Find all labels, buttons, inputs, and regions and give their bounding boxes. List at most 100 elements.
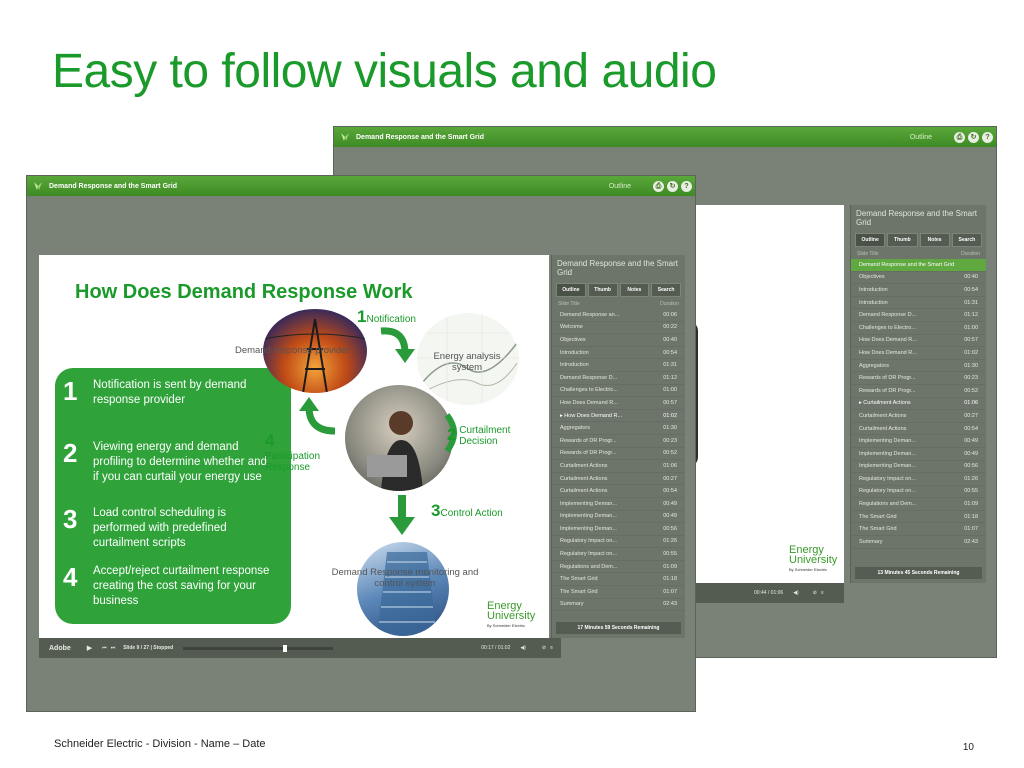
outline-row[interactable]: Introduction 00:54 bbox=[552, 347, 685, 360]
step-number: 1 bbox=[63, 376, 78, 406]
outline-row[interactable]: Implementing Deman... 00:56 bbox=[552, 523, 685, 536]
outline-row[interactable]: Curtailment Actions 00:54 bbox=[552, 485, 685, 498]
slide-status: Slide 9 / 27 | Stopped bbox=[123, 645, 174, 651]
outline-row[interactable]: Curtailment Actions 00:54 bbox=[851, 423, 986, 436]
row-duration: 01:02 bbox=[964, 349, 978, 356]
outline-row[interactable]: Implementing Deman... 00:49 bbox=[851, 448, 986, 461]
page-number: 10 bbox=[962, 742, 974, 753]
menu-icon[interactable]: ≡ bbox=[821, 590, 824, 596]
outline-link[interactable]: Outline bbox=[609, 183, 631, 190]
outline-row[interactable]: Implementing Deman... 00:49 bbox=[552, 498, 685, 511]
play-button[interactable]: ▶ bbox=[87, 644, 92, 652]
tab-search[interactable]: Search bbox=[651, 283, 681, 297]
outline-row[interactable]: Aggregators 01:30 bbox=[851, 360, 986, 373]
outline-row[interactable]: The Smart Grid 01:18 bbox=[851, 511, 986, 524]
outline-row[interactable]: Regulatory Impact on... 01:26 bbox=[552, 536, 685, 549]
outline-row[interactable]: Objectives 00:40 bbox=[552, 334, 685, 347]
outline-row[interactable]: Regulatory Impact on... 00:55 bbox=[552, 548, 685, 561]
outline-row[interactable]: How Does Demand R... 00:57 bbox=[851, 335, 986, 348]
row-duration: 00:55 bbox=[663, 551, 677, 558]
outline-row[interactable]: Demand Response an... 00:06 bbox=[552, 309, 685, 322]
outline-row[interactable]: The Smart Grid 01:18 bbox=[552, 573, 685, 587]
step-2: 2 Viewing energy and demand profiling to … bbox=[63, 440, 273, 485]
refresh-icon[interactable]: ↻ bbox=[667, 180, 678, 192]
tab-outline[interactable]: Outline bbox=[556, 283, 586, 297]
outline-row[interactable]: Aggregators 01:30 bbox=[552, 422, 685, 435]
row-duration: 00:54 bbox=[964, 425, 978, 432]
help-icon[interactable]: ? bbox=[982, 131, 993, 143]
outline-row[interactable]: Summary 02:43 bbox=[552, 599, 685, 612]
outline-row[interactable]: Regulatory Impact on... 00:55 bbox=[851, 486, 986, 499]
footer-text: Schneider Electric - Division - Name – D… bbox=[54, 738, 266, 750]
outline-row[interactable]: Rewards of DR Progr... 00:52 bbox=[851, 385, 986, 398]
refresh-icon[interactable]: ↻ bbox=[968, 131, 979, 143]
tab-notes[interactable]: Notes bbox=[619, 283, 650, 297]
row-duration: 00:23 bbox=[964, 375, 978, 382]
outline-row[interactable]: ▸ How Does Demand R... 01:02 bbox=[552, 410, 685, 423]
outline-row[interactable]: Implementing Deman... 00:49 bbox=[552, 511, 685, 524]
leaf-logo-icon bbox=[34, 182, 42, 190]
outline-row[interactable]: Regulatory Impact on... 01:26 bbox=[851, 473, 986, 486]
row-duration: 01:31 bbox=[663, 362, 677, 369]
player-title: Demand Response and the Smart Grid bbox=[49, 182, 177, 190]
row-duration: 01:09 bbox=[964, 501, 978, 508]
volume-icon[interactable]: ◀) bbox=[793, 590, 799, 596]
row-title: Aggregators bbox=[560, 425, 590, 432]
outline-row[interactable]: Introduction 01:31 bbox=[552, 359, 685, 372]
outline-row[interactable]: Implementing Deman... 00:56 bbox=[851, 461, 986, 474]
outline-row[interactable]: The Smart Grid 01:07 bbox=[552, 586, 685, 599]
outline-row[interactable]: Regulations and Dem... 01:09 bbox=[552, 561, 685, 574]
outline-row[interactable]: Rewards of DR Progr... 00:23 bbox=[552, 435, 685, 448]
outline-row[interactable]: Challenges to Electro... 01:00 bbox=[851, 322, 986, 335]
print-icon[interactable]: ⎙ bbox=[653, 180, 664, 192]
row-duration: 00:52 bbox=[663, 450, 677, 457]
outline-link[interactable]: Outline bbox=[910, 134, 932, 141]
outline-row[interactable]: Demand Response D... 01:12 bbox=[552, 372, 685, 385]
tab-search[interactable]: Search bbox=[951, 233, 982, 247]
outline-row[interactable]: Implementing Deman... 00:49 bbox=[851, 435, 986, 448]
forward-button[interactable]: ⏭ bbox=[111, 645, 116, 651]
attach-icon[interactable]: ⊘ bbox=[542, 645, 546, 651]
row-title: Introduction bbox=[560, 349, 589, 356]
row-title: Challenges to Electric... bbox=[560, 387, 618, 394]
back-player-titlebar: Demand Response and the Smart Grid Outli… bbox=[334, 127, 996, 147]
tab-thumb[interactable]: Thumb bbox=[587, 283, 618, 297]
outline-row[interactable]: Curtailment Actions 01:06 bbox=[552, 460, 685, 473]
row-title: Summary bbox=[859, 538, 883, 545]
row-title: Curtailment Actions bbox=[560, 462, 608, 469]
outline-row[interactable]: Curtailment Actions 00:27 bbox=[851, 410, 986, 423]
outline-row[interactable]: Challenges to Electric... 01:00 bbox=[552, 385, 685, 398]
progress-slider[interactable] bbox=[183, 644, 334, 652]
outline-row[interactable]: How Does Demand R... 01:02 bbox=[851, 347, 986, 360]
tab-outline[interactable]: Outline bbox=[855, 233, 886, 247]
outline-row[interactable]: The Smart Grid 01:07 bbox=[851, 523, 986, 537]
tab-thumb[interactable]: Thumb bbox=[887, 233, 918, 247]
row-title: Regulatory Impact on... bbox=[859, 488, 916, 495]
outline-row[interactable]: Introduction 00:54 bbox=[851, 284, 986, 297]
outline-row[interactable]: Demand Response D... 01:12 bbox=[851, 309, 986, 322]
outline-row[interactable]: Curtailment Actions 00:27 bbox=[552, 473, 685, 486]
outline-row[interactable]: Rewards of DR Progr... 00:52 bbox=[552, 448, 685, 461]
row-title: Implementing Deman... bbox=[859, 450, 916, 457]
outline-row[interactable]: Introduction 01:31 bbox=[851, 297, 986, 310]
outline-row[interactable]: Demand Response and the Smart Grid bbox=[851, 259, 986, 272]
outline-row[interactable]: ▸ Curtailment Actions 01:06 bbox=[851, 398, 986, 411]
tab-notes[interactable]: Notes bbox=[919, 233, 950, 247]
row-duration: 01:06 bbox=[964, 400, 978, 407]
help-icon[interactable]: ? bbox=[681, 180, 692, 192]
outline-row[interactable]: Objectives 00:40 bbox=[851, 272, 986, 285]
outline-row[interactable]: How Does Demand R... 00:57 bbox=[552, 397, 685, 410]
attach-icon[interactable]: ⊘ bbox=[813, 590, 817, 596]
volume-icon[interactable]: ◀) bbox=[520, 645, 526, 651]
outline-row[interactable]: Regulations and Dem... 01:09 bbox=[851, 498, 986, 511]
outline-row[interactable]: Welcome 00:22 bbox=[552, 322, 685, 335]
step-number: 2 bbox=[63, 438, 78, 468]
row-title: Implementing Deman... bbox=[859, 463, 916, 470]
print-icon[interactable]: ⎙ bbox=[954, 131, 965, 143]
menu-icon[interactable]: ≡ bbox=[550, 645, 553, 651]
row-duration: 00:56 bbox=[964, 463, 978, 470]
row-title: Rewards of DR Progr... bbox=[560, 450, 617, 457]
outline-row[interactable]: Summary 02:43 bbox=[851, 536, 986, 549]
outline-row[interactable]: Rewards of DR Progr... 00:23 bbox=[851, 372, 986, 385]
rewind-button[interactable]: ⏮ bbox=[102, 645, 107, 651]
